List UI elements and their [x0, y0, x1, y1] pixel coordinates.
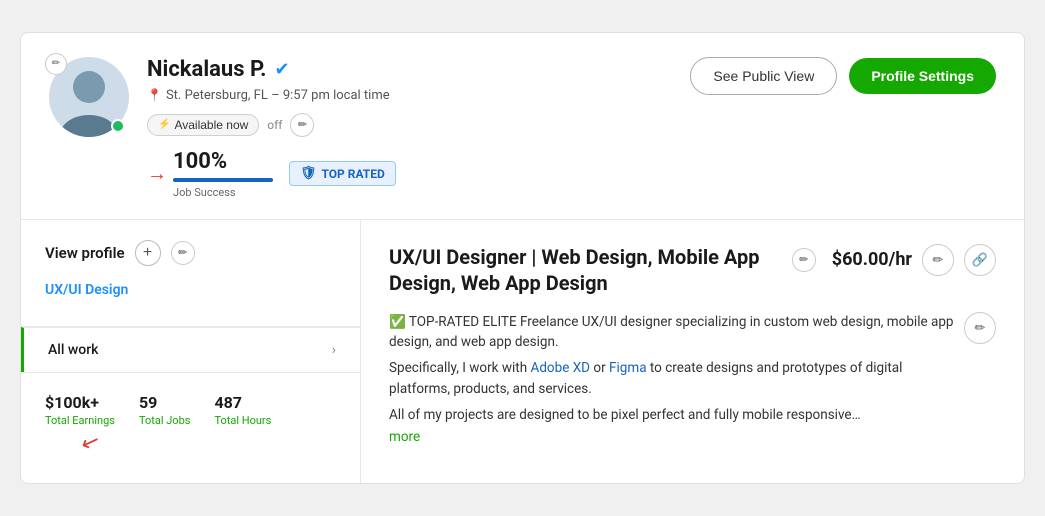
- sidebar: View profile + ✏ UX/UI Design All work ›: [21, 220, 361, 483]
- total-earnings-stat: $100k+ Total Earnings: [45, 393, 115, 427]
- job-title-row: UX/UI Designer | Web Design, Mobile App …: [389, 244, 996, 296]
- sidebar-stats: $100k+ Total Earnings 59 Total Jobs 487 …: [21, 372, 360, 447]
- total-hours-label: Total Hours: [214, 414, 271, 427]
- job-success-bar: [173, 178, 273, 182]
- edit-availability-button[interactable]: ✏: [290, 113, 314, 137]
- view-profile-row: View profile + ✏: [45, 240, 336, 266]
- sidebar-nav-item-all-work[interactable]: All work ›: [21, 327, 360, 372]
- profile-location: 📍 St. Petersburg, FL – 9:57 pm local tim…: [147, 88, 672, 103]
- job-title-left: UX/UI Designer | Web Design, Mobile App …: [389, 244, 816, 296]
- main-content: UX/UI Designer | Web Design, Mobile App …: [361, 220, 1024, 483]
- chevron-right-icon: ›: [332, 342, 336, 358]
- view-profile-label: View profile: [45, 244, 125, 262]
- edit-rate-button[interactable]: ✏: [922, 244, 954, 276]
- profile-type-label: UX/UI Design: [45, 282, 336, 310]
- sidebar-top: View profile + ✏ UX/UI Design: [21, 220, 360, 327]
- job-success-percentage: 100%: [173, 149, 273, 174]
- total-earnings-label: Total Earnings: [45, 414, 115, 427]
- total-hours-stat: 487 Total Hours: [214, 393, 271, 427]
- desc-edit: ✏: [964, 312, 996, 344]
- location-pin-icon: 📍: [147, 88, 162, 102]
- pencil-icon: ✏: [933, 252, 944, 268]
- link-icon: 🔗: [972, 252, 988, 268]
- total-jobs-label: Total Jobs: [139, 414, 191, 427]
- job-success-bar-fill: [173, 178, 273, 182]
- more-link[interactable]: more: [389, 429, 954, 445]
- stats-row: → 100% Job Success 🛡 TOP RATED: [147, 149, 672, 199]
- pencil-icon: ✏: [52, 58, 60, 69]
- job-success-label: Job Success: [173, 186, 273, 199]
- edit-description-button[interactable]: ✏: [964, 312, 996, 344]
- desc-line-1: ✅ TOP-RATED ELITE Freelance UX/UI design…: [389, 312, 954, 353]
- profile-name-row: Nickalaus P. ✔: [147, 57, 672, 82]
- desc-line-2: Specifically, I work with Adobe XD or Fi…: [389, 358, 954, 399]
- avatar-container: ✏: [49, 57, 129, 137]
- edit-profile-button[interactable]: ✏: [171, 241, 195, 265]
- add-profile-button[interactable]: +: [135, 240, 161, 266]
- availability-row: ⚡ Available now off ✏: [147, 113, 672, 137]
- header-actions: See Public View Profile Settings: [690, 57, 996, 95]
- desc-line-3: All of my projects are designed to be pi…: [389, 405, 954, 425]
- hourly-rate: $60.00/hr: [832, 249, 912, 270]
- edit-job-title-button[interactable]: ✏: [792, 248, 816, 272]
- figma-link[interactable]: Figma: [609, 360, 647, 376]
- pencil-icon: ✏: [975, 320, 986, 336]
- profile-info: Nickalaus P. ✔ 📍 St. Petersburg, FL – 9:…: [147, 57, 672, 199]
- see-public-view-button[interactable]: See Public View: [690, 57, 837, 95]
- total-jobs-stat: 59 Total Jobs: [139, 393, 191, 427]
- plus-icon: +: [143, 244, 152, 262]
- pencil-icon: ✏: [298, 118, 307, 131]
- job-title-right: $60.00/hr ✏ 🔗: [832, 244, 996, 276]
- verified-icon: ✔: [275, 59, 290, 80]
- description-text: ✅ TOP-RATED ELITE Freelance UX/UI design…: [389, 312, 954, 445]
- top-rated-badge: 🛡 TOP RATED: [289, 161, 396, 186]
- online-status-dot: [111, 119, 125, 133]
- available-now-badge[interactable]: ⚡ Available now: [147, 114, 259, 136]
- profile-settings-button[interactable]: Profile Settings: [849, 58, 996, 94]
- job-success-block: → 100% Job Success: [147, 149, 273, 199]
- pencil-icon: ✏: [178, 246, 187, 259]
- total-earnings-value: $100k+: [45, 393, 115, 412]
- total-hours-value: 487: [214, 393, 271, 412]
- adobe-xd-link[interactable]: Adobe XD: [531, 360, 591, 376]
- description-block: ✅ TOP-RATED ELITE Freelance UX/UI design…: [389, 312, 996, 445]
- flash-icon: ⚡: [158, 119, 170, 130]
- edit-avatar-button[interactable]: ✏: [45, 53, 67, 75]
- availability-toggle-label: off: [267, 118, 282, 132]
- bottom-section: View profile + ✏ UX/UI Design All work ›: [21, 220, 1024, 483]
- page-wrapper: ✏ Nickalaus P. ✔ 📍 St. Petersburg, FL – …: [20, 32, 1025, 484]
- pencil-icon: ✏: [799, 253, 808, 266]
- shield-icon: 🛡: [300, 166, 317, 181]
- top-section: ✏ Nickalaus P. ✔ 📍 St. Petersburg, FL – …: [21, 33, 1024, 220]
- red-arrow-stats-icon: ↙: [77, 427, 103, 457]
- job-success-info: 100% Job Success: [173, 149, 273, 199]
- sidebar-nav-label-all-work: All work: [48, 342, 98, 358]
- total-jobs-value: 59: [139, 393, 191, 412]
- profile-name: Nickalaus P.: [147, 57, 267, 82]
- red-arrow-icon: →: [147, 161, 167, 186]
- copy-link-button[interactable]: 🔗: [964, 244, 996, 276]
- job-title: UX/UI Designer | Web Design, Mobile App …: [389, 244, 784, 296]
